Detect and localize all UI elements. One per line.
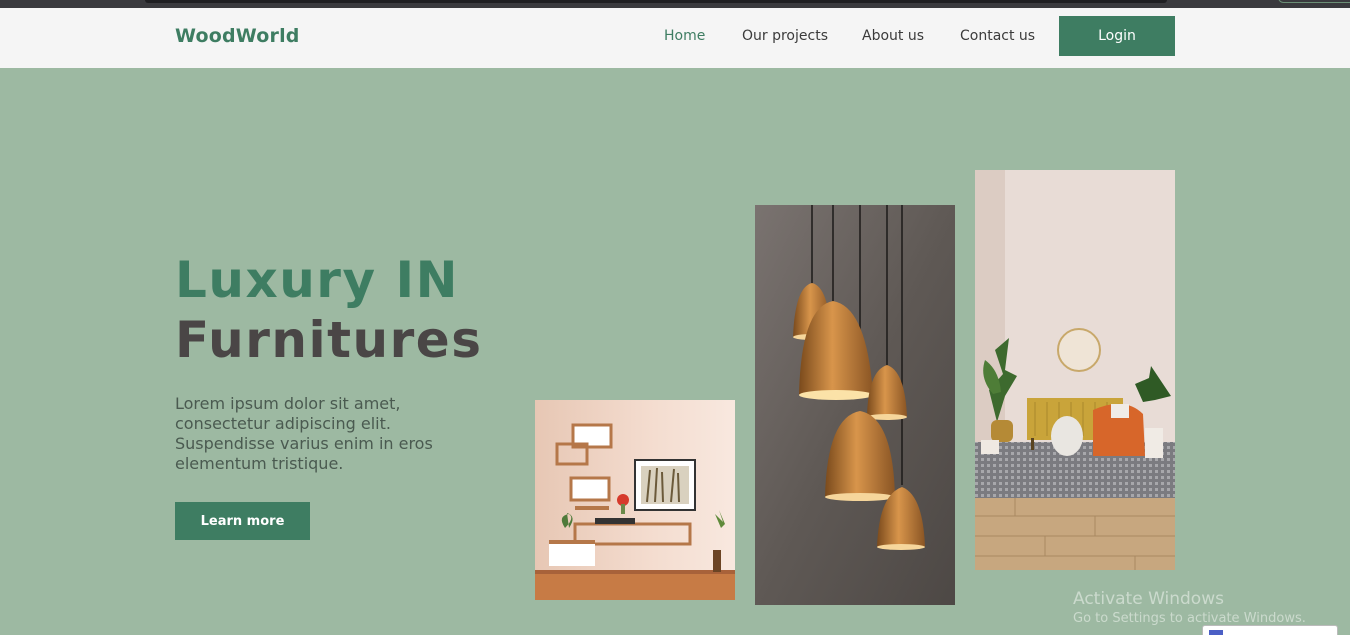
activate-windows-watermark: Activate Windows Go to Settings to activ… (1073, 589, 1306, 626)
site-header: WoodWorld Home Our projects About us Con… (0, 8, 1350, 68)
tray-app-icon (1209, 630, 1223, 635)
taskbar-tray[interactable] (1202, 625, 1338, 635)
nav-about-us[interactable]: About us (862, 28, 924, 44)
browser-bar (145, 0, 1167, 3)
hero-title-line2: Furnitures (175, 311, 483, 369)
nav-contact-us[interactable]: Contact us (960, 28, 1035, 44)
learn-more-button[interactable]: Learn more (175, 502, 310, 540)
hero-title: Luxury IN Furnitures (175, 250, 482, 370)
logo[interactable]: WoodWorld (175, 25, 300, 47)
login-button[interactable]: Login (1059, 16, 1175, 56)
watermark-subtitle: Go to Settings to activate Windows. (1073, 611, 1306, 626)
browser-top-strip (0, 0, 1350, 8)
nav-home[interactable]: Home (664, 28, 705, 44)
browser-pill (1278, 0, 1350, 3)
watermark-title: Activate Windows (1073, 589, 1224, 609)
pendant-lamps-photo (755, 205, 955, 605)
living-room-photo (975, 170, 1175, 570)
hero-title-line1: Luxury IN (175, 251, 459, 309)
hero-description: Lorem ipsum dolor sit amet, consectetur … (175, 394, 433, 473)
wall-shelves-photo (535, 400, 735, 600)
nav-our-projects[interactable]: Our projects (742, 28, 828, 44)
